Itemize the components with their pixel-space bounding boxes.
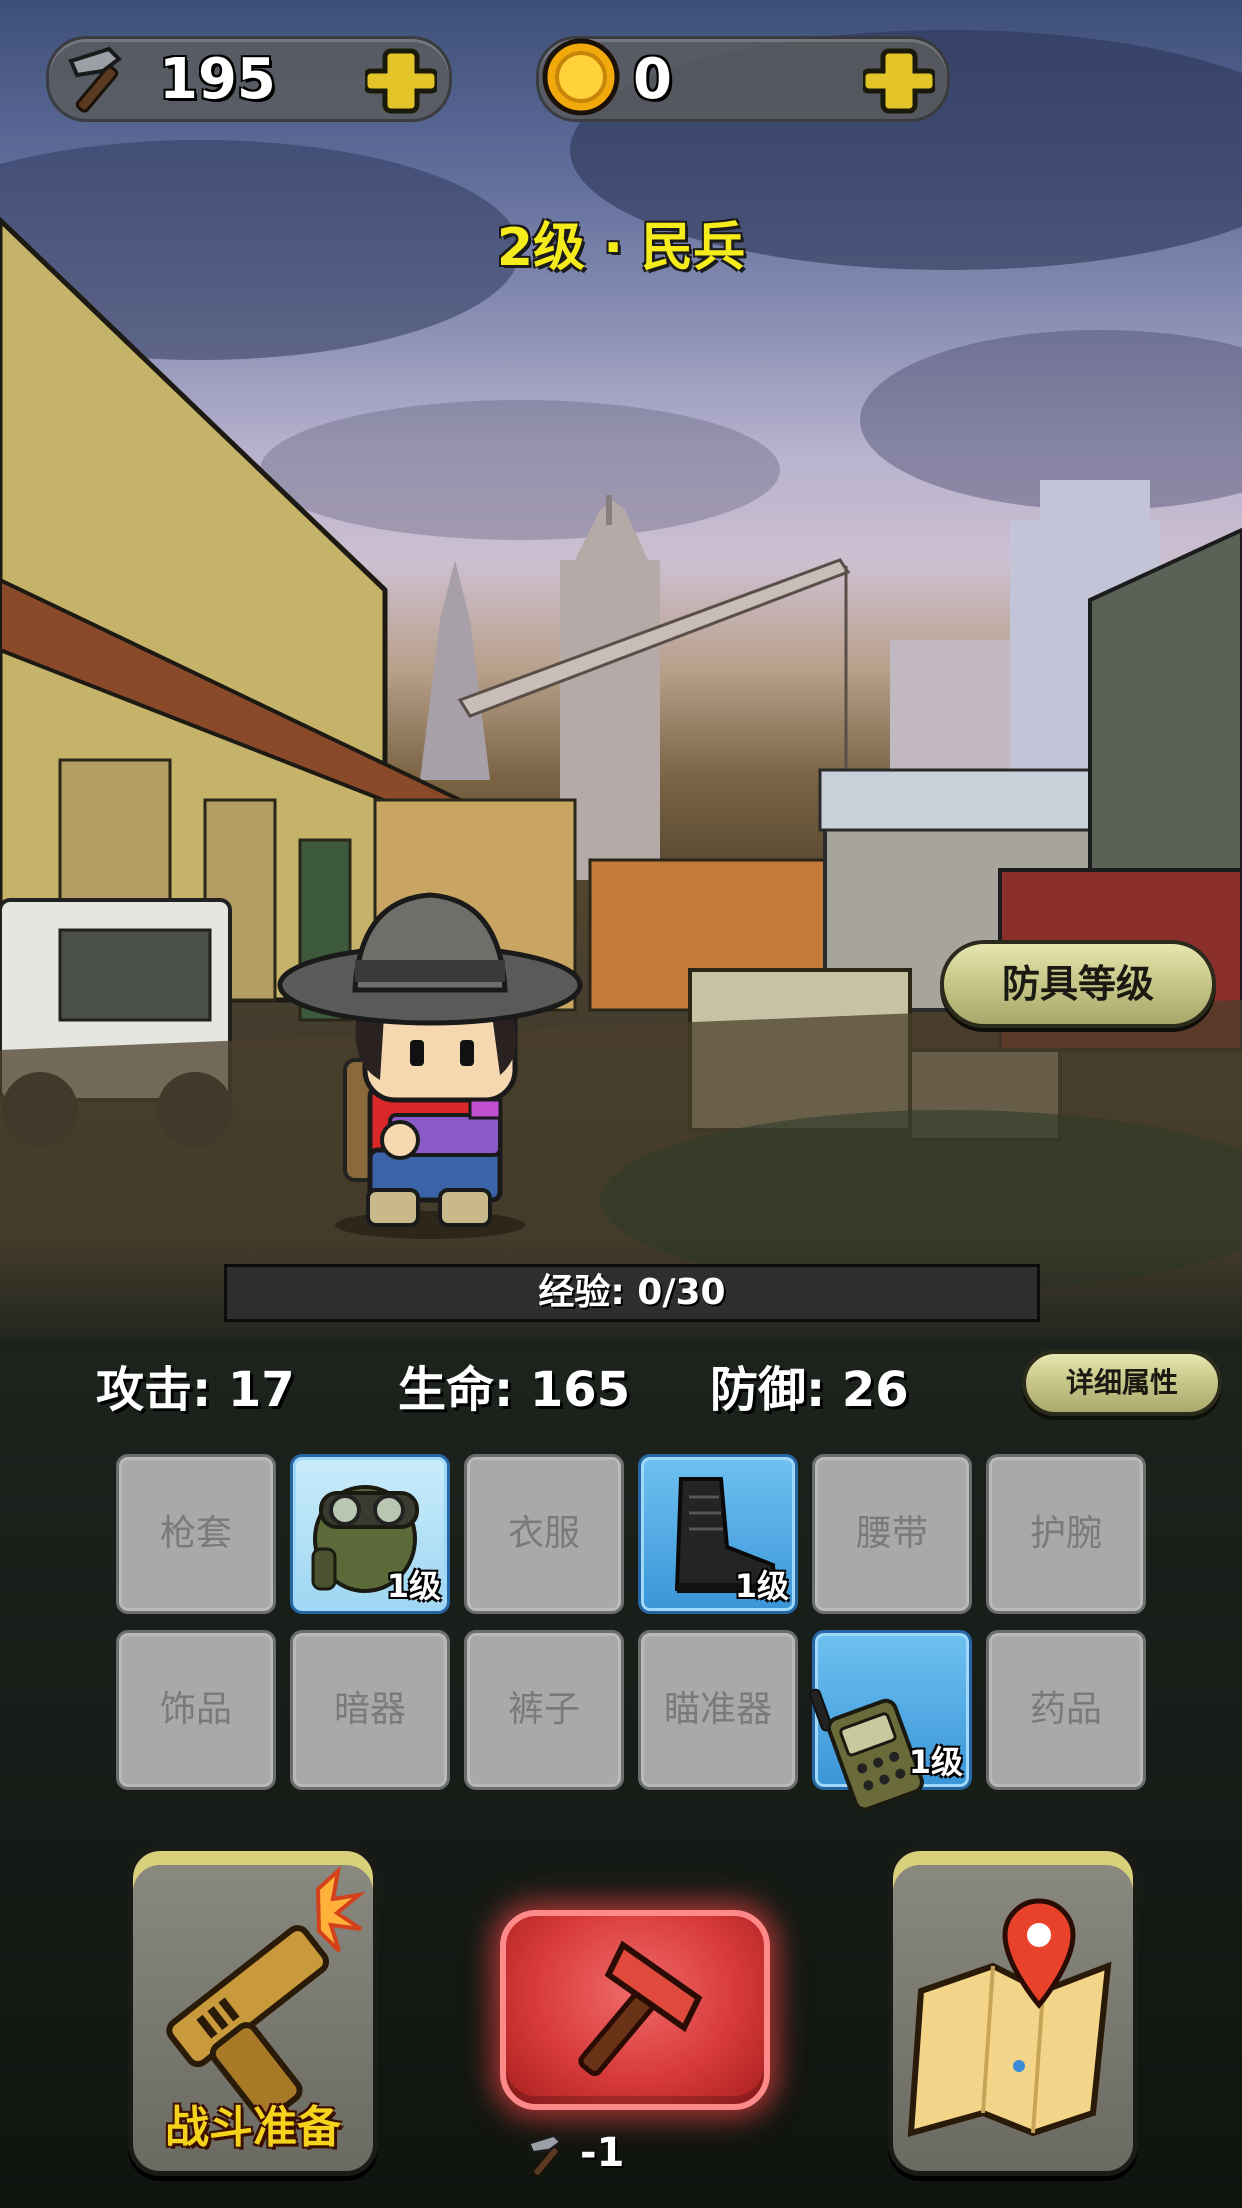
slot-label: 药品	[1029, 1689, 1102, 1730]
equipment-slot[interactable]: 饰品	[116, 1630, 276, 1790]
gold-coin-icon	[542, 38, 620, 116]
craft-cost: -1	[527, 2130, 625, 2177]
add-hammers-button[interactable]	[365, 45, 437, 117]
hammer-icon	[68, 46, 123, 113]
slot-label: 裤子	[507, 1689, 580, 1730]
slot-level: 1级	[908, 1743, 963, 1781]
experience-bar: 经验: 0/30	[224, 1264, 1040, 1322]
slot-label: 饰品	[159, 1689, 232, 1730]
equipment-slot[interactable]: 衣服	[464, 1454, 624, 1614]
equipment-slot[interactable]: 瞄准器	[638, 1630, 798, 1790]
attack-stat: 攻击: 17	[96, 1362, 295, 1418]
map-pin-icon	[907, 1898, 1112, 2138]
slot-label: 暗器	[333, 1689, 406, 1730]
equipment-slot[interactable]: 1级	[290, 1454, 450, 1614]
coin-count: 0	[633, 47, 672, 112]
health-stat: 生命: 165	[398, 1362, 631, 1418]
battle-prep-button[interactable]: 战斗准备	[128, 1846, 378, 2176]
equipment-slot[interactable]: 枪套	[116, 1454, 276, 1614]
slot-label: 瞄准器	[663, 1689, 772, 1730]
rank-title: 2级 · 民兵	[496, 218, 746, 278]
equipment-slot[interactable]: 1级	[638, 1454, 798, 1614]
slot-label: 衣服	[507, 1513, 580, 1554]
equipment-slot[interactable]: 护腕	[986, 1454, 1146, 1614]
battle-prep-label: 战斗准备	[165, 2102, 341, 2153]
equipment-slot[interactable]: 腰带	[812, 1454, 972, 1614]
equipment-slot[interactable]: 1级	[808, 1630, 972, 1812]
equipment-slot[interactable]: 裤子	[464, 1630, 624, 1790]
add-coins-button[interactable]	[863, 45, 935, 117]
hammer-count: 195	[159, 47, 276, 112]
equipment-slot[interactable]: 暗器	[290, 1630, 450, 1790]
map-button[interactable]	[888, 1846, 1138, 2176]
coin-resource-bar: 0	[536, 36, 950, 122]
slot-label: 腰带	[855, 1513, 928, 1554]
slot-label: 护腕	[1029, 1513, 1102, 1554]
background-scene	[0, 0, 1242, 1340]
hammer-icon	[527, 2134, 563, 2177]
craft-button[interactable]	[500, 1910, 770, 2110]
defense-stat: 防御: 26	[710, 1362, 909, 1418]
slot-level: 1级	[734, 1567, 789, 1605]
hammer-icon	[578, 1940, 703, 2076]
craft-cost-value: -1	[580, 2130, 625, 2176]
armor-level-button[interactable]: 防具等级	[940, 940, 1216, 1028]
details-button[interactable]: 详细属性	[1022, 1350, 1222, 1416]
slot-level: 1级	[386, 1567, 441, 1605]
slot-label: 枪套	[159, 1513, 232, 1554]
experience-label: 经验: 0/30	[538, 1272, 726, 1313]
equipment-slot[interactable]: 药品	[986, 1630, 1146, 1790]
hammer-resource-bar: 195	[46, 36, 452, 122]
